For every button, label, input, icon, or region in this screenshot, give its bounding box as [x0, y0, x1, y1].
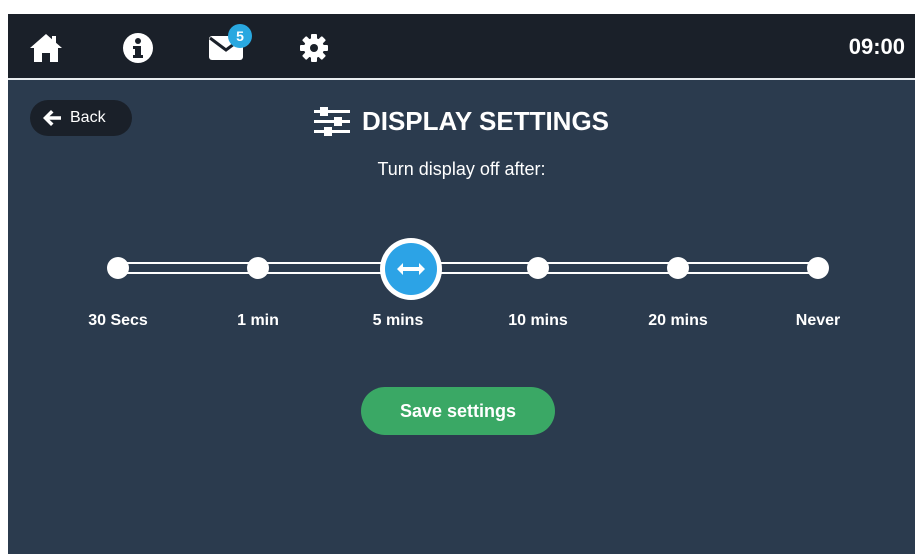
home-icon	[30, 34, 62, 62]
slider-stop-1-min[interactable]	[247, 257, 269, 279]
info-button[interactable]	[118, 30, 158, 66]
messages-button[interactable]: 5	[206, 24, 252, 66]
top-bar: 5 09:00	[8, 14, 915, 80]
slider-label-1-min: 1 min	[237, 312, 279, 329]
slider-label-10-mins: 10 mins	[508, 312, 568, 329]
slider-stop-20-mins[interactable]	[667, 257, 689, 279]
slider-track-bottom-line	[118, 272, 818, 274]
slider-label-never: Never	[795, 312, 841, 329]
page-subtitle: Turn display off after:	[377, 159, 546, 179]
sliders-icon	[313, 106, 350, 136]
home-button[interactable]	[26, 30, 66, 66]
slider-stop-10-mins[interactable]	[527, 257, 549, 279]
info-icon	[123, 33, 153, 63]
mail-count-badge: 5	[228, 24, 252, 48]
slider-label-30-secs: 30 Secs	[88, 312, 148, 329]
slider-thumb-fill	[385, 243, 437, 295]
slider-thumb[interactable]	[380, 238, 442, 300]
settings-button[interactable]	[294, 30, 334, 66]
clock: 09:00	[848, 34, 905, 59]
display-settings-screen: 5 09:00 Back DISPLAY SETTINGS Turn displ…	[8, 14, 915, 554]
slider-label-5-mins: 5 mins	[372, 312, 424, 329]
gear-icon	[300, 34, 328, 62]
left-right-arrow-icon	[397, 263, 425, 275]
save-settings-button[interactable]: Save settings	[361, 387, 555, 435]
slider-stop-never[interactable]	[807, 257, 829, 279]
page-title: DISPLAY SETTINGS	[361, 106, 610, 136]
page-title-row: DISPLAY SETTINGS	[8, 106, 915, 137]
slider-stop-30-secs[interactable]	[107, 257, 129, 279]
slider-label-20-mins: 20 mins	[648, 312, 708, 329]
slider-track-top-line	[118, 262, 818, 264]
